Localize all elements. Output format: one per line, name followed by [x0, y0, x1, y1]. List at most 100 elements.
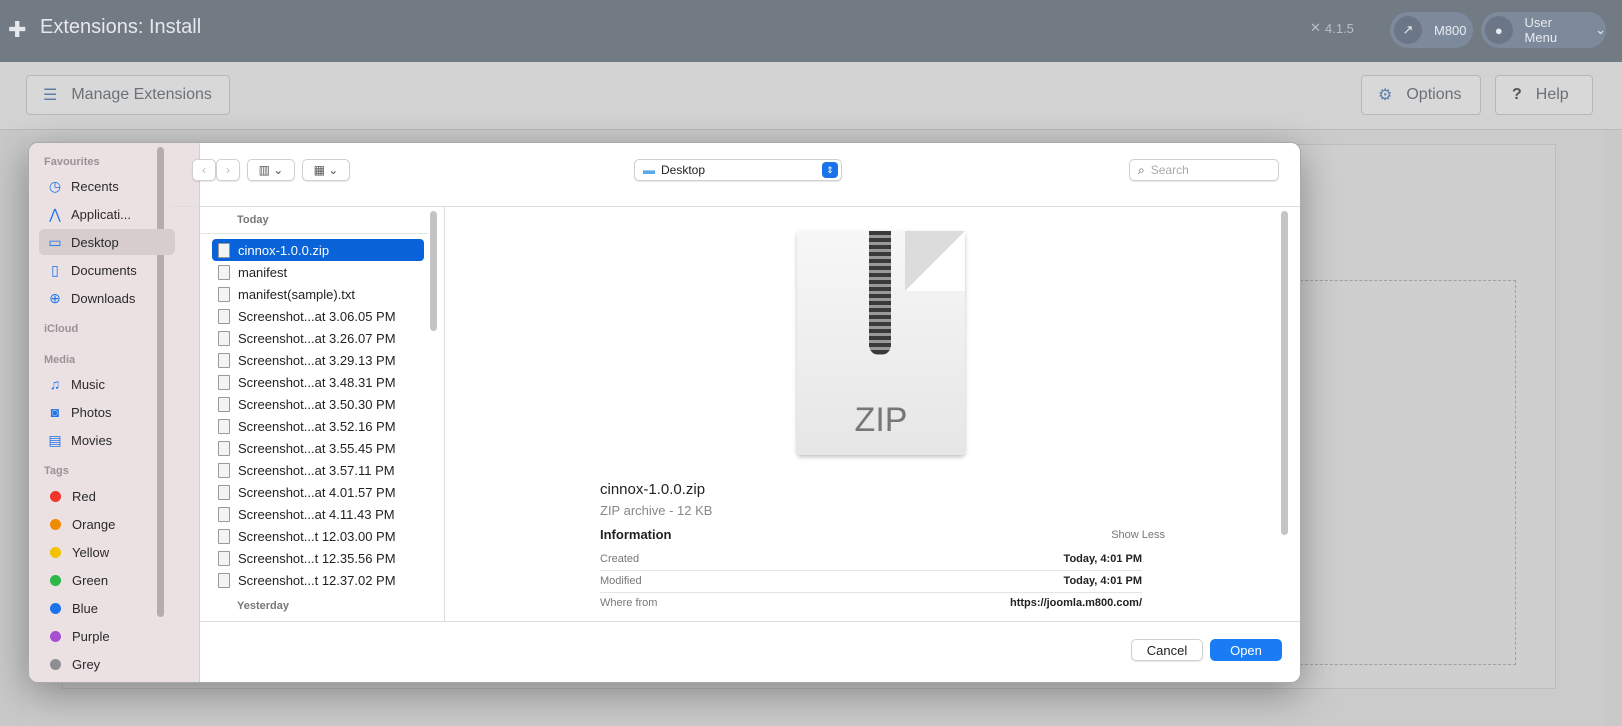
- file-list-item[interactable]: Screenshot...at 3.55.45 PM: [212, 437, 424, 459]
- tag-color-dot-icon: [50, 602, 61, 614]
- info-label: Created: [600, 553, 640, 565]
- sidebar-item-movies[interactable]: ▤ Movies: [39, 427, 175, 453]
- info-row: Created Today, 4:01 PM: [600, 549, 1142, 571]
- manage-extensions-button[interactable]: ☰ Manage Extensions: [26, 75, 230, 115]
- favourites-heading: Favourites: [44, 156, 100, 168]
- tag-label: Orange: [72, 516, 116, 532]
- user-menu-button[interactable]: ● User Menu ⌄: [1481, 12, 1606, 48]
- sidebar-item-desktop[interactable]: ▭ Desktop: [39, 229, 175, 255]
- file-list-item[interactable]: Screenshot...t 12.37.02 PM: [212, 569, 424, 591]
- version-label: 4.1.5: [1325, 21, 1354, 36]
- sidebar-item-photos[interactable]: ◙ Photos: [39, 399, 175, 425]
- info-value: Today, 4:01 PM: [1063, 575, 1142, 587]
- show-less-link[interactable]: Show Less: [1065, 529, 1165, 541]
- cancel-button[interactable]: Cancel: [1131, 639, 1203, 661]
- view-mode-button[interactable]: ▥ ⌄: [247, 159, 295, 181]
- sidebar-item-label: Recents: [71, 178, 119, 194]
- file-icon: [218, 550, 230, 566]
- file-name: Screenshot...t 12.37.02 PM: [238, 572, 396, 588]
- document-icon: ▯: [51, 261, 59, 278]
- columns-icon: ▥ ⌄: [258, 163, 284, 177]
- help-button[interactable]: ? Help: [1495, 75, 1593, 115]
- file-list-item[interactable]: Screenshot...at 3.52.16 PM: [212, 415, 424, 437]
- tag-label: Purple: [72, 628, 110, 644]
- page-title: Extensions: Install: [40, 16, 202, 38]
- open-button[interactable]: Open: [1210, 639, 1282, 661]
- dialog-sidebar: Favourites iCloud Media Tags ◷ Recents ⋀ Ap…: [29, 143, 200, 682]
- sidebar-item-downloads[interactable]: ⊕ Downloads: [39, 285, 175, 311]
- file-list-item[interactable]: Screenshot...at 3.50.30 PM: [212, 393, 424, 415]
- back-button[interactable]: ‹: [192, 159, 216, 181]
- sidebar-item-music[interactable]: ♫ Music: [39, 371, 175, 397]
- manage-extensions-label: Manage Extensions: [71, 86, 212, 103]
- file-list-item[interactable]: cinnox-1.0.0.zip: [212, 239, 424, 261]
- info-value: Today, 4:01 PM: [1063, 553, 1142, 565]
- file-list-item[interactable]: Screenshot...at 4.11.43 PM: [212, 503, 424, 525]
- tag-color-dot-icon: [50, 490, 61, 502]
- file-list: Today cinnox-1.0.0.zip manifest manifest(s…: [200, 207, 445, 621]
- information-heading: Information: [600, 527, 672, 542]
- file-list-item[interactable]: Screenshot...at 3.48.31 PM: [212, 371, 424, 393]
- tag-yellow[interactable]: Yellow: [39, 539, 175, 565]
- location-popup[interactable]: ▬ Desktop ⇕: [634, 159, 842, 181]
- tag-purple[interactable]: Purple: [39, 623, 175, 649]
- preview-file-kind: ZIP archive - 12 KB: [600, 503, 713, 518]
- sidebar-item-label: Documents: [71, 262, 137, 278]
- apps-icon: ⋀: [49, 205, 61, 222]
- preview-scrollbar[interactable]: [1281, 211, 1288, 535]
- forward-button[interactable]: ›: [216, 159, 240, 181]
- question-icon: ?: [1512, 86, 1522, 103]
- info-row: Modified Today, 4:01 PM: [600, 571, 1142, 593]
- file-list-item[interactable]: manifest: [212, 261, 424, 283]
- clock-icon: ◷: [48, 177, 62, 194]
- file-name: manifest: [238, 264, 288, 280]
- tag-blue[interactable]: Blue: [39, 595, 175, 621]
- file-list-item[interactable]: Screenshot...t 12.03.00 PM: [212, 525, 424, 547]
- divider: [200, 233, 428, 234]
- search-icon: ⌕: [1138, 162, 1145, 177]
- options-button[interactable]: ⚙ Options: [1361, 75, 1481, 115]
- tag-color-dot-icon: [50, 546, 61, 558]
- tag-label: Blue: [72, 600, 99, 616]
- film-icon: ▤: [48, 431, 62, 448]
- file-list-item[interactable]: Screenshot...at 3.26.07 PM: [212, 327, 424, 349]
- file-name: Screenshot...at 3.29.13 PM: [238, 352, 396, 368]
- file-list-item[interactable]: Screenshot...at 3.57.11 PM: [212, 459, 424, 481]
- sidebar-item-label: Desktop: [71, 234, 119, 250]
- music-icon: ♫: [49, 376, 61, 392]
- tag-orange[interactable]: Orange: [39, 511, 175, 537]
- file-icon: [218, 374, 230, 390]
- file-icon: [218, 440, 230, 456]
- desktop-icon: ▭: [48, 233, 62, 250]
- user-menu-label: User Menu: [1524, 15, 1558, 45]
- file-icon: [218, 506, 230, 522]
- icloud-heading: iCloud: [44, 323, 79, 335]
- file-icon: [218, 418, 230, 434]
- sidebar-item-recents[interactable]: ◷ Recents: [39, 173, 175, 199]
- site-link-button[interactable]: ↗ M800: [1390, 12, 1473, 48]
- file-icon: [218, 264, 230, 280]
- tag-grey[interactable]: Grey: [39, 651, 175, 677]
- file-open-dialog: Favourites iCloud Media Tags ◷ Recents ⋀ Ap…: [28, 142, 1301, 683]
- tag-green[interactable]: Green: [39, 567, 175, 593]
- file-list-item[interactable]: Screenshot...t 12.35.56 PM: [212, 547, 424, 569]
- file-icon: [218, 352, 230, 368]
- file-list-item[interactable]: Screenshot...at 3.29.13 PM: [212, 349, 424, 371]
- drop-zone[interactable]: [1300, 280, 1516, 665]
- file-list-item[interactable]: manifest(sample).txt: [212, 283, 424, 305]
- group-button[interactable]: ▦ ⌄: [302, 159, 350, 181]
- sidebar-item-documents[interactable]: ▯ Documents: [39, 257, 175, 283]
- file-name: Screenshot...t 12.03.00 PM: [238, 528, 396, 544]
- search-placeholder: Search: [1150, 163, 1189, 177]
- user-icon: ●: [1485, 16, 1513, 44]
- file-list-item[interactable]: Screenshot...at 3.06.05 PM: [212, 305, 424, 327]
- list-scrollbar[interactable]: [430, 211, 437, 331]
- tag-color-dot-icon: [50, 518, 61, 530]
- search-field[interactable]: ⌕ Search: [1129, 159, 1279, 181]
- file-list-item[interactable]: Screenshot...at 4.01.57 PM: [212, 481, 424, 503]
- tag-red[interactable]: Red: [39, 483, 175, 509]
- sidebar-item-applicati[interactable]: ⋀ Applicati...: [39, 201, 175, 227]
- today-heading: Today: [237, 214, 269, 226]
- toolbar: ☰ Manage Extensions ⚙ Options ? Help: [0, 62, 1622, 130]
- info-label: Where from: [600, 597, 658, 609]
